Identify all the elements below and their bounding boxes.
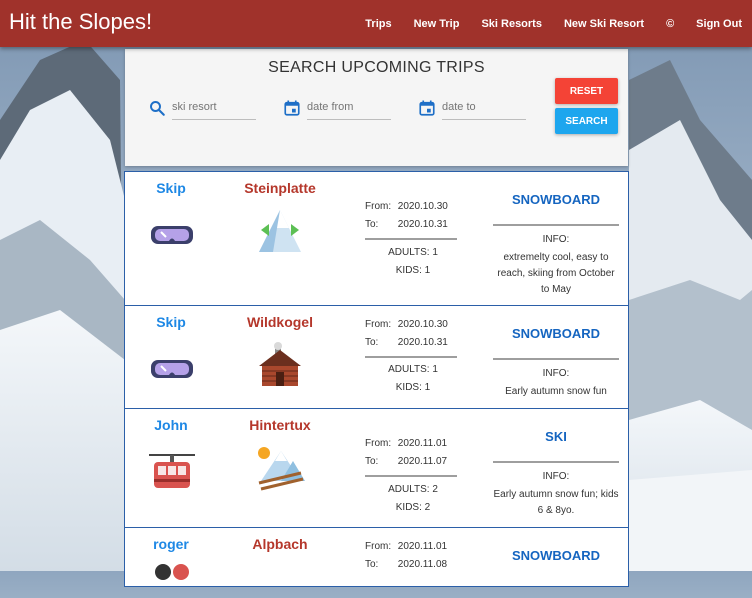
trip-list: Skip Steinplatte From: 2020.10.30 To: 20… xyxy=(124,171,629,587)
search-panel: SEARCH UPCOMING TRIPS RESET SEARCH xyxy=(125,49,628,166)
trip-sport: SNOWBOARD xyxy=(511,326,601,341)
mountain-skis-icon xyxy=(258,447,305,491)
info-label: INFO: xyxy=(542,368,570,379)
nav-ski-resorts[interactable]: Ski Resorts xyxy=(481,18,542,30)
trip-info: extremelty cool, easy to reach, skiing f… xyxy=(497,252,615,295)
trip-user: John xyxy=(154,417,188,433)
to-label: To: xyxy=(365,219,379,230)
ski-goggles-icon xyxy=(151,360,193,378)
trip-info: Early autumn snow fun; kids 6 & 8yo. xyxy=(493,489,619,516)
ski-goggles-icon xyxy=(155,564,189,580)
date-from-value: 2020.10.30 xyxy=(397,201,448,212)
nav-copyright[interactable]: © xyxy=(666,18,674,30)
trip-sport: SNOWBOARD xyxy=(511,192,601,207)
mountain-icon xyxy=(259,210,301,252)
date-from-input[interactable] xyxy=(307,95,391,120)
kids-count: KIDS: 1 xyxy=(395,265,431,276)
date-to-value: 2020.11.08 xyxy=(397,559,448,570)
to-label: To: xyxy=(365,456,379,467)
divider xyxy=(493,358,619,360)
search-title: SEARCH UPCOMING TRIPS xyxy=(268,59,485,76)
ski-resort-input[interactable] xyxy=(172,95,256,120)
from-label: From: xyxy=(365,438,392,449)
date-from-field xyxy=(283,93,395,123)
divider xyxy=(493,461,619,463)
info-label: INFO: xyxy=(542,234,570,245)
date-to-value: 2020.11.07 xyxy=(397,456,448,467)
trip-resort: Alpbach xyxy=(252,536,308,552)
to-label: To: xyxy=(365,559,379,570)
divider xyxy=(365,475,457,477)
cabin-icon xyxy=(259,342,301,386)
nav-trips[interactable]: Trips xyxy=(365,18,391,30)
search-icon xyxy=(150,101,165,116)
trip-card[interactable]: John Hintertux From: 2020.11.01 To: 2020… xyxy=(124,408,629,528)
divider xyxy=(365,356,457,358)
adults-count: ADULTS: 1 xyxy=(388,247,438,258)
trip-user: roger xyxy=(153,536,189,552)
kids-count: KIDS: 2 xyxy=(395,502,431,513)
date-to-value: 2020.10.31 xyxy=(397,337,448,348)
info-label: INFO: xyxy=(542,471,570,482)
from-label: From: xyxy=(365,201,392,212)
date-from-value: 2020.11.01 xyxy=(397,438,448,449)
trip-people: ADULTS: 1 KIDS: 1 xyxy=(365,361,461,397)
divider xyxy=(365,238,457,240)
trip-card[interactable]: Skip Wildkogel From: 2020.10.30 To: 2020… xyxy=(124,305,629,409)
reset-button[interactable]: RESET xyxy=(555,78,618,104)
trip-resort: Wildkogel xyxy=(247,314,313,330)
calendar-icon xyxy=(284,100,300,116)
ski-goggles-icon xyxy=(151,226,193,244)
app-title: Hit the Slopes! xyxy=(9,9,153,34)
to-label: To: xyxy=(365,337,379,348)
date-to-input[interactable] xyxy=(442,95,526,120)
trip-user: Skip xyxy=(156,314,186,330)
nav-new-trip[interactable]: New Trip xyxy=(414,18,460,30)
main-nav: Trips New Trip Ski Resorts New Ski Resor… xyxy=(343,0,742,47)
divider xyxy=(493,224,619,226)
trip-info: Early autumn snow fun xyxy=(505,386,607,397)
cable-car-icon xyxy=(149,454,195,488)
from-label: From: xyxy=(365,319,392,330)
trip-resort: Steinplatte xyxy=(244,180,316,196)
trip-dates: From: 2020.11.01 To: 2020.11.07 xyxy=(365,435,461,477)
trip-dates: From: 2020.11.01 To: 2020.11.08 xyxy=(365,538,461,574)
adults-count: ADULTS: 1 xyxy=(388,364,438,375)
date-to-value: 2020.10.31 xyxy=(397,219,448,230)
trip-people: ADULTS: 1 KIDS: 1 xyxy=(365,244,461,280)
nav-sign-out[interactable]: Sign Out xyxy=(696,18,742,30)
search-button[interactable]: SEARCH xyxy=(555,108,618,134)
resort-search-field xyxy=(148,93,260,123)
date-from-value: 2020.10.30 xyxy=(397,319,448,330)
adults-count: ADULTS: 2 xyxy=(388,484,438,495)
trip-card[interactable]: roger Alpbach From: 2020.11.01 To: 2020.… xyxy=(124,527,629,587)
top-navbar: Hit the Slopes! Trips New Trip Ski Resor… xyxy=(0,0,752,47)
date-from-value: 2020.11.01 xyxy=(397,541,448,552)
from-label: From: xyxy=(365,541,392,552)
trip-card[interactable]: Skip Steinplatte From: 2020.10.30 To: 20… xyxy=(124,171,629,306)
date-to-field xyxy=(418,93,530,123)
trip-dates: From: 2020.10.30 To: 2020.10.31 xyxy=(365,316,461,358)
trip-dates: From: 2020.10.30 To: 2020.10.31 xyxy=(365,198,461,240)
trip-sport: SKI xyxy=(545,429,567,444)
trip-sport: SNOWBOARD xyxy=(511,548,601,563)
calendar-icon xyxy=(419,100,435,116)
trip-people: ADULTS: 2 KIDS: 2 xyxy=(365,481,461,517)
trip-resort: Hintertux xyxy=(249,417,311,433)
trip-user: Skip xyxy=(156,180,186,196)
kids-count: KIDS: 1 xyxy=(395,382,431,393)
nav-new-ski-resort[interactable]: New Ski Resort xyxy=(564,18,644,30)
